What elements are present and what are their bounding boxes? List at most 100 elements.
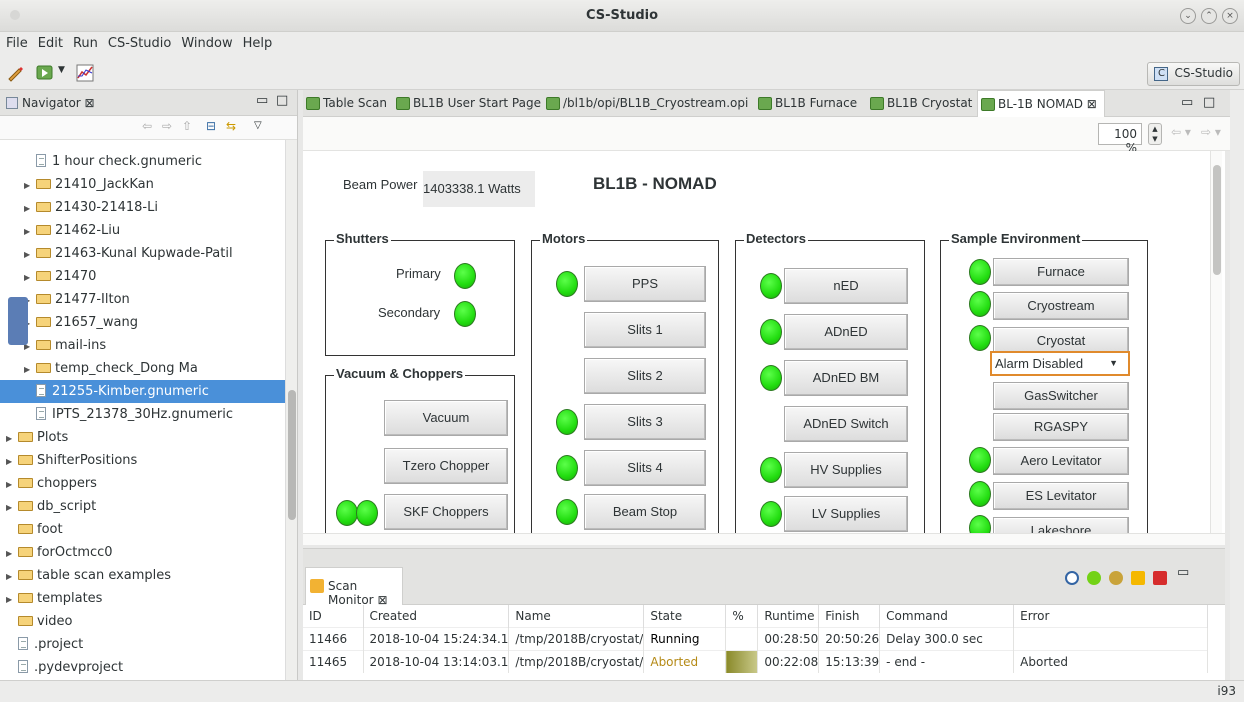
link-editor-icon[interactable]: ⇆ <box>226 119 236 133</box>
expand-arrow-icon[interactable]: ▶ <box>24 243 36 266</box>
nav-forward-icon[interactable]: ⇨ ▾ <box>1201 125 1221 139</box>
expand-arrow-icon[interactable]: ▶ <box>24 266 36 289</box>
expand-arrow-icon[interactable]: ▶ <box>24 197 36 220</box>
minimize-editor-icon[interactable]: ▭ <box>1181 95 1193 110</box>
adned-button[interactable]: ADnED <box>784 314 908 350</box>
expand-arrow-icon[interactable]: ▶ <box>24 174 36 197</box>
menu-file[interactable]: File <box>0 32 33 55</box>
tree-item[interactable]: ▶21657_wang <box>0 311 286 334</box>
adned-switch-button[interactable]: ADnED Switch <box>784 406 908 442</box>
opi-horizontal-scrollbar[interactable] <box>303 533 1225 545</box>
expand-arrow-icon[interactable]: ▶ <box>6 427 18 450</box>
menu-run[interactable]: Run <box>68 32 103 55</box>
tree-item[interactable]: ▶ mail-ins <box>0 334 286 357</box>
tree-item[interactable]: ▶ 21470 <box>0 265 286 288</box>
tree-item[interactable]: ▶ 21430-21418-Li <box>0 196 286 219</box>
slits-1-button[interactable]: Slits 1 <box>584 312 706 348</box>
scan-monitor-tab[interactable]: Scan Monitor ⊠ <box>305 567 403 607</box>
menu-window[interactable]: Window <box>176 32 237 55</box>
expand-arrow-icon[interactable]: ▶ <box>6 565 18 588</box>
navigator-scrollbar[interactable] <box>285 140 297 680</box>
col-state[interactable]: State <box>643 605 727 627</box>
slits-4-button[interactable]: Slits 4 <box>584 450 706 486</box>
view-menu-icon[interactable]: ▽ <box>254 120 262 131</box>
back-icon[interactable]: ⇦ <box>142 119 152 133</box>
beam-stop-button[interactable]: Beam Stop <box>584 494 706 530</box>
resume-icon[interactable] <box>1087 571 1101 585</box>
tree-item[interactable]: ▶21477-Ilton <box>0 288 286 311</box>
col-runtime[interactable]: Runtime <box>757 605 820 627</box>
chart-icon[interactable] <box>76 64 94 82</box>
tab-user-start-page[interactable]: BL1B User Start Page <box>393 90 543 117</box>
scrollbar-thumb[interactable] <box>1213 165 1221 275</box>
tree-item[interactable]: 1 hour check.gnumeric <box>0 150 286 173</box>
tree-item[interactable]: .project <box>0 633 286 656</box>
tzero-chopper-button[interactable]: Tzero Chopper <box>384 448 508 484</box>
run-dropdown-icon[interactable]: ▼ <box>58 65 65 75</box>
minimize-scan-monitor-icon[interactable]: ▭ <box>1177 565 1189 580</box>
scrollbar-thumb[interactable] <box>288 390 296 520</box>
info-icon[interactable] <box>1065 571 1079 585</box>
tree-item[interactable]: ▶ forOctmcc0 <box>0 541 286 564</box>
heap-status[interactable]: i93 <box>1217 684 1236 698</box>
expand-arrow-icon[interactable]: ▶ <box>6 496 18 519</box>
tree-item[interactable]: IPTS_21378_30Hz.gnumeric <box>0 403 286 426</box>
aero-levitator-button[interactable]: Aero Levitator <box>993 447 1129 475</box>
tree-item[interactable]: ▶ 21410_JackKan <box>0 173 286 196</box>
tree-item[interactable]: ▶ 21463-Kunal Kupwade-Patil <box>0 242 286 265</box>
tree-item[interactable]: ▶ ShifterPositions <box>0 449 286 472</box>
tree-item[interactable]: 21255-Kimber.gnumeric <box>0 380 286 403</box>
expand-arrow-icon[interactable]: ▶ <box>6 473 18 496</box>
tree-item[interactable]: ▶ db_script <box>0 495 286 518</box>
es-levitator-button[interactable]: ES Levitator <box>993 482 1129 510</box>
vacuum-button[interactable]: Vacuum <box>384 400 508 436</box>
adned-bm-button[interactable]: ADnED BM <box>784 360 908 396</box>
up-icon[interactable]: ⇧ <box>182 119 192 133</box>
lakeshore-button[interactable]: Lakeshore <box>993 517 1129 533</box>
rgaspy-button[interactable]: RGASPY <box>993 413 1129 441</box>
col-finish[interactable]: Finish <box>818 605 881 627</box>
pencil-icon[interactable] <box>6 64 24 82</box>
tab-bl1b-cryostat[interactable]: BL1B Cryostat <box>867 90 977 117</box>
maximize-view-icon[interactable]: □ <box>276 93 288 108</box>
tab-bl1b-furnace[interactable]: BL1B Furnace <box>755 90 867 117</box>
pps-button[interactable]: PPS <box>584 266 706 302</box>
maximize-editor-icon[interactable]: □ <box>1203 95 1215 110</box>
hv-supplies-button[interactable]: HV Supplies <box>784 452 908 488</box>
forward-icon[interactable]: ⇨ <box>162 119 172 133</box>
tree-item[interactable]: ▶ table scan examples <box>0 564 286 587</box>
col-percent[interactable]: % <box>725 605 759 627</box>
col-name[interactable]: Name <box>508 605 645 627</box>
menu-cs-studio[interactable]: CS-Studio <box>103 32 176 55</box>
tree-item[interactable]: video <box>0 610 286 633</box>
refresh-icon[interactable] <box>1109 571 1123 585</box>
tab-table-scan[interactable]: Table Scan <box>303 90 393 117</box>
ned-button[interactable]: nED <box>784 268 908 304</box>
zoom-field[interactable]: 100 % <box>1098 123 1142 155</box>
menu-help[interactable]: Help <box>238 32 278 55</box>
col-error[interactable]: Error <box>1013 605 1208 627</box>
run-opi-icon[interactable] <box>36 64 54 82</box>
expand-arrow-icon[interactable]: ▶ <box>24 358 36 381</box>
minimize-icon[interactable]: ⌄ <box>1180 8 1196 24</box>
zoom-spinner[interactable]: ▲ ▼ <box>1148 123 1162 145</box>
tree-item[interactable]: foot <box>0 518 286 541</box>
slits-2-button[interactable]: Slits 2 <box>584 358 706 394</box>
expand-arrow-icon[interactable]: ▶ <box>6 542 18 565</box>
cryostream-button[interactable]: Cryostream <box>993 292 1129 320</box>
table-row[interactable]: 11465 2018-10-04 13:14:03.1 /tmp/2018B/c… <box>303 649 1208 673</box>
nav-back-icon[interactable]: ⇦ ▾ <box>1171 125 1191 139</box>
tab-close-icon[interactable]: ⊠ <box>1087 97 1097 111</box>
table-row[interactable]: 11466 2018-10-04 15:24:34.1 /tmp/2018B/c… <box>303 626 1208 650</box>
perspective-cs-studio-button[interactable]: C CS-Studio <box>1147 62 1240 86</box>
navigator-tab[interactable]: Navigator ⊠ <box>22 96 95 110</box>
tab-cryostream-opi[interactable]: /bl1b/opi/BL1B_Cryostream.opi <box>543 90 755 117</box>
opi-vertical-scrollbar[interactable] <box>1210 151 1222 533</box>
alarm-combo[interactable]: Alarm Disabled ▼ <box>990 351 1130 376</box>
expand-arrow-icon[interactable]: ▶ <box>6 450 18 473</box>
tree-item[interactable]: .pydevproject <box>0 656 286 679</box>
tab-bl1b-nomad[interactable]: BL-1B NOMAD ⊠ <box>977 90 1105 117</box>
collapse-all-icon[interactable]: ⊟ <box>206 119 216 133</box>
tree-item[interactable]: ▶ templates <box>0 587 286 610</box>
slits-3-button[interactable]: Slits 3 <box>584 404 706 440</box>
